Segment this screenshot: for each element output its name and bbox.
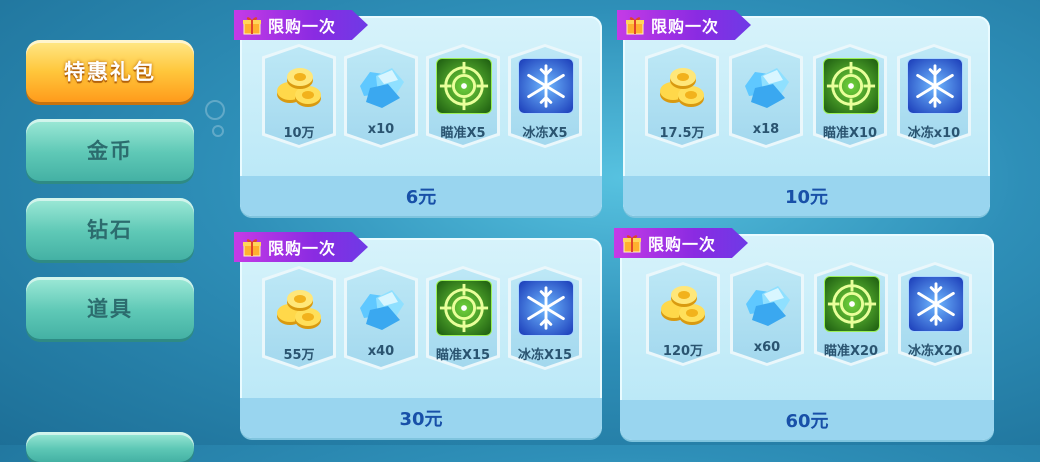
limit-tag: 限购一次: [234, 232, 368, 262]
price-label: 6元: [405, 187, 437, 208]
snowflake-freeze-icon: [909, 60, 961, 112]
price-button[interactable]: 10元: [623, 176, 990, 216]
tab-label: 道具: [87, 297, 133, 321]
tab-special-pack[interactable]: 特惠礼包: [26, 40, 194, 102]
aim-target-icon: [825, 60, 877, 112]
item-label: 17.5万: [659, 126, 705, 141]
category-sidebar: 特惠礼包 金币 钻石 道具: [0, 0, 230, 462]
snowflake-freeze-icon: [520, 282, 572, 334]
blue-diamond-icon: [740, 276, 794, 330]
pack-item: x40: [344, 266, 418, 370]
item-label: x18: [752, 122, 780, 137]
limit-tag-label: 限购一次: [268, 239, 337, 258]
limit-tag-label: 限购一次: [651, 17, 720, 36]
pack-item: 瞄准X15: [426, 266, 500, 370]
item-label: x40: [367, 344, 395, 359]
snowflake-freeze-icon: [520, 60, 572, 112]
price-label: 60元: [785, 411, 829, 432]
item-label: 冰冻x10: [907, 126, 961, 141]
pack-item: x18: [729, 44, 803, 148]
item-label: 冰冻X5: [522, 126, 568, 141]
gold-coins-icon: [655, 58, 709, 112]
pack-item: 瞄准X20: [814, 262, 888, 366]
item-label: x10: [367, 122, 395, 137]
tab-more[interactable]: [26, 432, 194, 462]
pack-item: 冰冻x10: [897, 44, 971, 148]
aim-target-icon: [826, 278, 878, 330]
item-label: 120万: [662, 344, 704, 359]
gold-coins-icon: [656, 276, 710, 330]
tab-label: 钻石: [87, 218, 133, 242]
pack-card[interactable]: 限购一次 55万 x40 瞄准X15 冰冻X15 30元: [234, 232, 602, 438]
gift-icon: [242, 237, 262, 257]
item-label: x60: [753, 340, 781, 355]
price-button[interactable]: 60元: [620, 400, 994, 440]
item-label: 10万: [283, 126, 315, 141]
blue-diamond-icon: [354, 58, 408, 112]
item-label: 冰冻X15: [517, 348, 573, 363]
item-label: 瞄准X15: [435, 348, 491, 363]
pack-item: 10万: [262, 44, 336, 148]
snowflake-freeze-icon: [910, 278, 962, 330]
gift-icon: [242, 15, 262, 35]
pack-item: 瞄准X5: [426, 44, 500, 148]
aim-target-icon: [438, 60, 490, 112]
blue-diamond-icon: [354, 280, 408, 334]
item-label: 冰冻X20: [907, 344, 963, 359]
gold-coins-icon: [272, 58, 326, 112]
tab-props[interactable]: 道具: [26, 277, 194, 339]
pack-item: 55万: [262, 266, 336, 370]
limit-tag-label: 限购一次: [648, 235, 717, 254]
price-label: 30元: [399, 409, 443, 430]
price-button[interactable]: 30元: [240, 398, 602, 438]
pack-item: 瞄准X10: [813, 44, 887, 148]
item-label: 55万: [283, 348, 315, 363]
tab-gold[interactable]: 金币: [26, 119, 194, 181]
item-label: 瞄准X20: [823, 344, 879, 359]
blue-diamond-icon: [739, 58, 793, 112]
item-label: 瞄准X10: [822, 126, 878, 141]
pack-item: 冰冻X5: [508, 44, 582, 148]
pack-item: x60: [730, 262, 804, 366]
pack-item: 冰冻X15: [508, 266, 582, 370]
price-label: 10元: [784, 187, 829, 208]
pack-card[interactable]: 限购一次 120万 x60 瞄准X20 冰冻X20 60元: [614, 228, 994, 440]
limit-tag: 限购一次: [617, 10, 751, 40]
pack-card[interactable]: 限购一次 10万 x10 瞄准X5 冰冻X5 6元: [234, 10, 602, 216]
aim-target-icon: [438, 282, 490, 334]
limit-tag: 限购一次: [614, 228, 748, 258]
pack-item: 冰冻X20: [898, 262, 972, 366]
limit-tag-label: 限购一次: [268, 17, 337, 36]
pack-item: 17.5万: [645, 44, 719, 148]
gold-coins-icon: [272, 280, 326, 334]
tab-label: 金币: [87, 139, 133, 163]
pack-item: x10: [344, 44, 418, 148]
tab-label: 特惠礼包: [64, 60, 156, 84]
gift-icon: [625, 15, 645, 35]
limit-tag: 限购一次: [234, 10, 368, 40]
pack-item: 120万: [646, 262, 720, 366]
tab-diamond[interactable]: 钻石: [26, 198, 194, 260]
pack-card[interactable]: 限购一次 17.5万 x18 瞄准X10 冰冻x10 10元: [617, 10, 990, 216]
gift-icon: [622, 233, 642, 253]
item-label: 瞄准X5: [440, 126, 486, 141]
price-button[interactable]: 6元: [240, 176, 602, 216]
